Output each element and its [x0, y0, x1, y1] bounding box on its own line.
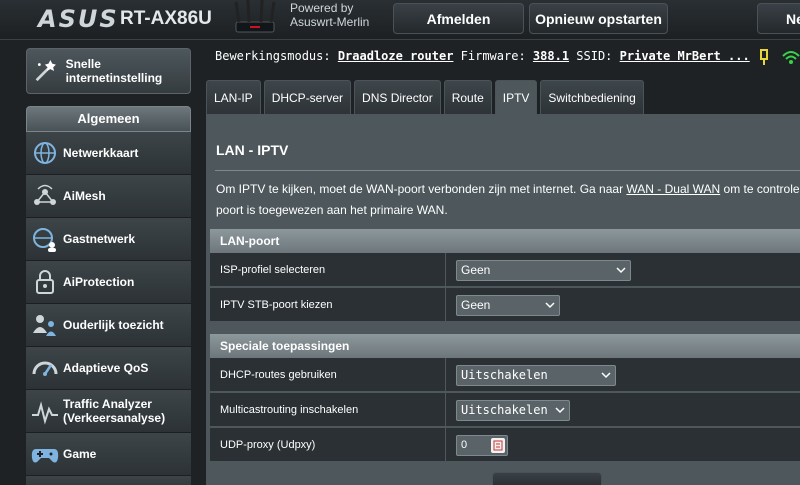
multicast-label: Multicastrouting inschakelen: [210, 393, 446, 427]
status-line: Bewerkingsmodus: Draadloze router Firmwa…: [215, 49, 750, 63]
aiprotection-lock-icon: [36, 270, 54, 294]
ssid-link[interactable]: Private MrBert ...: [620, 49, 750, 63]
lan-tabs: LAN-IP DHCP-server DNS Director Route IP…: [206, 80, 644, 114]
parental-control-icon: [33, 315, 56, 336]
chevron-down-icon: [616, 267, 626, 274]
tab-iptv[interactable]: IPTV: [494, 80, 538, 114]
dhcp-routes-label: DHCP-routes gebruiken: [210, 358, 446, 392]
spin-edit-icon[interactable]: [491, 438, 505, 453]
traffic-analyzer-icon: [32, 401, 58, 425]
desc-line-2: poort is toegewezen aan het primaire WAN…: [216, 203, 448, 217]
stb-port-label: IPTV STB-poort kiezen: [210, 288, 446, 322]
tab-switch-control[interactable]: Switchbediening: [540, 80, 644, 114]
sidebar-item-label: Gastnetwerk: [63, 232, 136, 246]
isp-profile-label: ISP-profiel selecteren: [210, 253, 446, 287]
ssid-label: SSID:: [576, 49, 613, 63]
wand-icon: [35, 59, 56, 82]
stb-port-select[interactable]: Geen: [456, 295, 560, 316]
tab-dhcp-server[interactable]: DHCP-server: [263, 80, 352, 114]
qos-gauge-icon: [32, 361, 58, 376]
page-description: Om IPTV te kijken, moet de WAN-poort ver…: [216, 179, 800, 221]
sidebar-item-label: Game: [63, 447, 97, 461]
router-icon: [234, 0, 276, 33]
udp-proxy-label: UDP-proxy (Udpxy): [210, 428, 446, 462]
status-icons: [760, 49, 800, 65]
quick-setup-button[interactable]: Snelle internetinstelling: [26, 48, 191, 94]
model-name: RT-AX86U: [120, 8, 212, 29]
lan-port-section-header: LAN-poort: [210, 229, 800, 253]
udp-proxy-input[interactable]: 0: [456, 435, 508, 456]
aimesh-icon: [34, 184, 56, 205]
stb-port-value: Geen: [461, 298, 491, 312]
sidebar-item-aiprotection[interactable]: AiProtection: [26, 261, 191, 304]
sidebar-item-label: Netwerkkaart: [63, 146, 139, 160]
sidebar-section-general: Algemeen: [26, 106, 191, 132]
iptv-panel: LAN - IPTV Om IPTV te kijken, moet de WA…: [206, 114, 800, 485]
chevron-down-icon: [545, 302, 555, 309]
isp-profile-row: ISP-profiel selecteren Geen: [210, 253, 800, 287]
tab-lan-ip[interactable]: LAN-IP: [206, 80, 261, 114]
dhcp-routes-value: Uitschakelen: [461, 368, 548, 382]
powered-by: Powered by Asuswrt-Merlin: [290, 1, 369, 29]
title-divider: [215, 170, 800, 171]
tab-dns-director[interactable]: DNS Director: [354, 80, 441, 114]
sidebar-item-network-map[interactable]: Netwerkkaart: [26, 132, 191, 175]
apply-button[interactable]: [492, 472, 602, 485]
sidebar-item-label: Traffic Analyzer (Verkeersanalyse): [63, 397, 166, 425]
language-button[interactable]: Ne: [757, 3, 800, 34]
sidebar-item-partial[interactable]: [26, 476, 191, 485]
network-map-icon: [34, 142, 56, 164]
multicast-select[interactable]: Uitschakelen: [456, 400, 570, 421]
sidebar-item-guest-network[interactable]: Gastnetwerk: [26, 218, 191, 261]
isp-profile-value: Geen: [461, 263, 491, 277]
multicast-value: Uitschakelen: [461, 403, 548, 417]
dhcp-routes-row: DHCP-routes gebruiken Uitschakelen: [210, 358, 800, 392]
desc-text-2: om te controleren: [723, 182, 800, 196]
special-apps-section-header: Speciale toepassingen: [210, 334, 800, 358]
sidebar-item-adaptive-qos[interactable]: Adaptieve QoS: [26, 347, 191, 390]
chevron-down-icon: [601, 372, 611, 379]
stb-port-row: IPTV STB-poort kiezen Geen: [210, 288, 800, 322]
gamepad-icon: [31, 449, 59, 463]
sidebar-item-label: AiMesh: [63, 189, 106, 203]
sidebar-item-traffic-analyzer[interactable]: Traffic Analyzer (Verkeersanalyse): [26, 390, 191, 433]
multicast-row: Multicastrouting inschakelen Uitschakele…: [210, 393, 800, 427]
sidebar-menu: Netwerkkaart AiMesh Gastnetwerk AiProtec…: [26, 132, 191, 485]
reboot-button[interactable]: Opnieuw opstarten: [529, 3, 668, 34]
chevron-down-icon: [555, 407, 565, 414]
logout-button[interactable]: Afmelden: [393, 3, 524, 34]
wifi-icon[interactable]: [782, 51, 800, 64]
sidebar-item-label: Adaptieve QoS: [63, 361, 149, 375]
sidebar-item-aimesh[interactable]: AiMesh: [26, 175, 191, 218]
powered-by-line1: Powered by: [290, 1, 354, 15]
firmware-link[interactable]: 388.1: [533, 49, 569, 63]
powered-by-line2: Asuswrt-Merlin: [290, 15, 370, 29]
guest-network-icon: [33, 228, 56, 252]
usb-icon[interactable]: [760, 49, 768, 65]
sidebar-item-parental-control[interactable]: Ouderlijk toezicht: [26, 304, 191, 347]
dual-wan-link[interactable]: WAN - Dual WAN: [626, 182, 720, 196]
desc-text: Om IPTV te kijken, moet de WAN-poort ver…: [216, 182, 627, 196]
mode-link[interactable]: Draadloze router: [338, 49, 454, 63]
firmware-label: Firmware:: [460, 49, 526, 63]
dhcp-routes-select[interactable]: Uitschakelen: [456, 365, 616, 386]
sidebar-item-game[interactable]: Game: [26, 433, 191, 476]
tab-route[interactable]: Route: [443, 80, 492, 114]
sidebar-item-label: Ouderlijk toezicht: [63, 318, 164, 332]
top-bar: ASUS RT-AX86U Powered by Asuswrt-Merlin …: [0, 0, 800, 40]
page-title: LAN - IPTV: [216, 142, 289, 158]
isp-profile-select[interactable]: Geen: [456, 260, 631, 281]
quick-setup-label: Snelle internetinstelling: [65, 57, 163, 85]
udp-proxy-value: 0: [461, 439, 468, 451]
mode-label: Bewerkingsmodus:: [215, 49, 331, 63]
sidebar-item-label: AiProtection: [63, 275, 135, 289]
asus-logo[interactable]: ASUS: [38, 5, 119, 33]
udp-proxy-row: UDP-proxy (Udpxy) 0: [210, 428, 800, 462]
